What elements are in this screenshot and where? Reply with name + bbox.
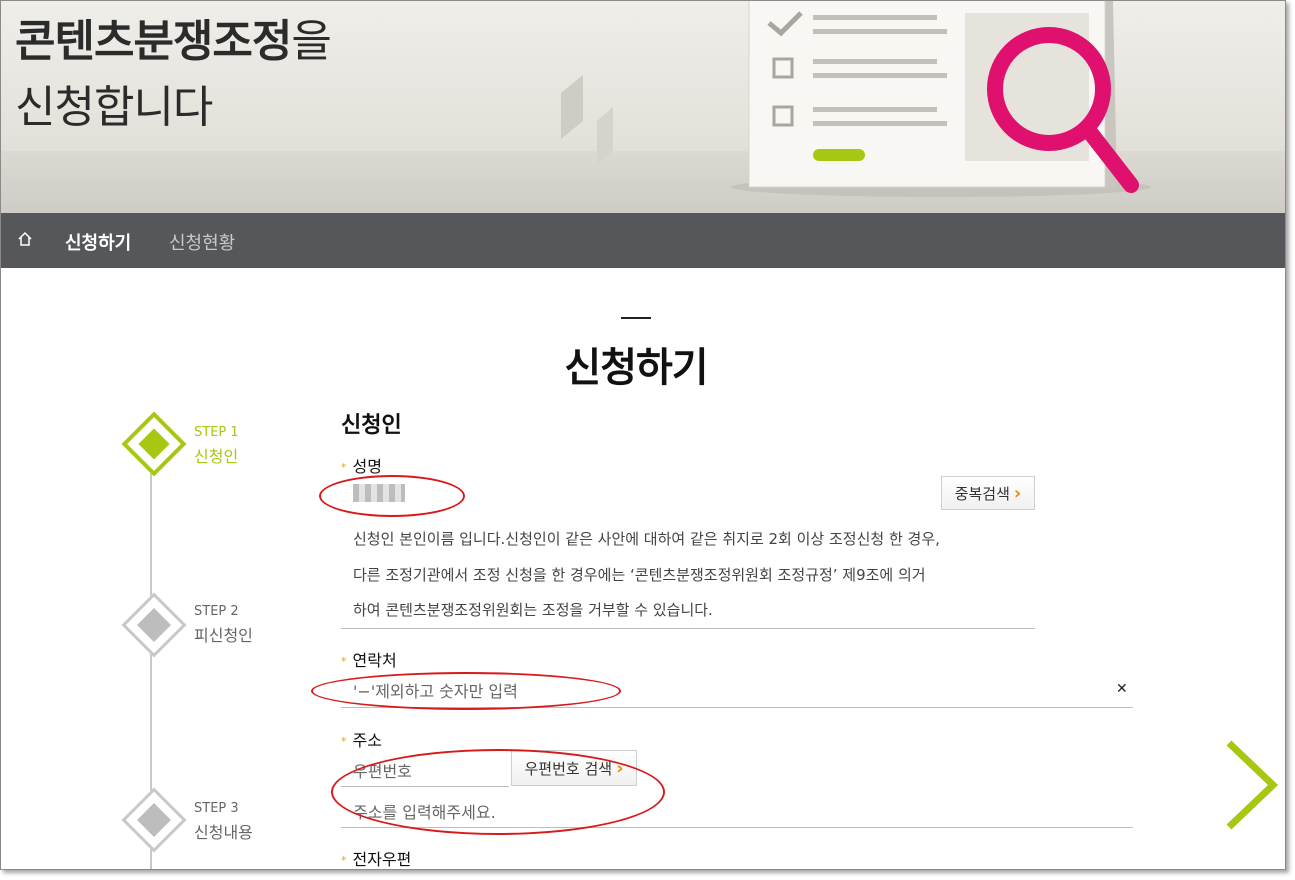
nav-apply[interactable]: 신청하기 bbox=[65, 229, 131, 255]
required-marker: * bbox=[341, 854, 347, 867]
name-note-line3: 하여 콘텐츠분쟁조정위원회는 조정을 거부할 수 있습니다. bbox=[353, 601, 713, 619]
decor-shape-2 bbox=[597, 107, 613, 165]
required-marker: * bbox=[341, 461, 347, 474]
address-label: * 주소 bbox=[341, 731, 382, 750]
step-1-diamond-icon bbox=[121, 411, 187, 477]
step-2-number: STEP 2 bbox=[194, 604, 239, 619]
contact-label: * 연락처 bbox=[341, 651, 397, 670]
chevron-right-icon: › bbox=[1013, 482, 1022, 504]
required-marker: * bbox=[341, 655, 347, 668]
navigation-bar: 신청하기 신청현황 bbox=[1, 213, 1285, 268]
step-3-number: STEP 3 bbox=[194, 801, 239, 816]
name-note-line2: 다른 조정기관에서 조정 신청을 한 경우에는 ‘콘텐츠분쟁조정위원회 조정규정… bbox=[353, 566, 926, 584]
title-divider bbox=[621, 317, 651, 319]
page-title: 신청하기 bbox=[564, 345, 708, 391]
close-icon[interactable]: ✕ bbox=[1116, 681, 1128, 697]
annotation-oval-contact bbox=[311, 672, 621, 710]
step-2-diamond-icon bbox=[121, 592, 187, 658]
checklist-magnifier-illustration bbox=[541, 1, 1285, 213]
step-1-label[interactable]: 신청인 bbox=[194, 443, 238, 467]
required-marker: * bbox=[341, 735, 347, 748]
annotation-oval-name bbox=[319, 475, 465, 517]
hero-banner: 콘텐츠분쟁조정을 신청합니다 bbox=[1, 1, 1285, 213]
section-title: 신청인 bbox=[341, 413, 402, 438]
step-2-label[interactable]: 피신청인 bbox=[194, 622, 253, 646]
step-3-label[interactable]: 신청내용 bbox=[194, 819, 253, 843]
home-icon[interactable] bbox=[17, 231, 35, 249]
decor-shape-1 bbox=[561, 75, 583, 139]
name-label: * 성명 bbox=[341, 457, 382, 476]
step-1-number: STEP 1 bbox=[194, 425, 239, 440]
nav-status[interactable]: 신청현황 bbox=[169, 229, 235, 255]
step-3-diamond-icon bbox=[121, 787, 187, 853]
name-note-line1: 신청인 본인이름 입니다.신청인이 같은 사안에 대하여 같은 취지로 2회 이… bbox=[353, 530, 940, 548]
hero-title: 콘텐츠분쟁조정을 bbox=[15, 16, 332, 67]
hero-subtitle: 신청합니다 bbox=[15, 82, 213, 133]
duplicate-search-button[interactable]: 중복검색 › bbox=[941, 476, 1035, 510]
next-step-arrow-icon[interactable] bbox=[1223, 739, 1283, 831]
name-divider bbox=[341, 628, 1035, 629]
page-frame: 콘텐츠분쟁조정을 신청합니다 신청하기 신청현황 신청하기 STEP 1 신청인… bbox=[0, 0, 1286, 870]
email-label: * 전자우편 bbox=[341, 850, 412, 869]
annotation-oval-address bbox=[331, 749, 665, 835]
